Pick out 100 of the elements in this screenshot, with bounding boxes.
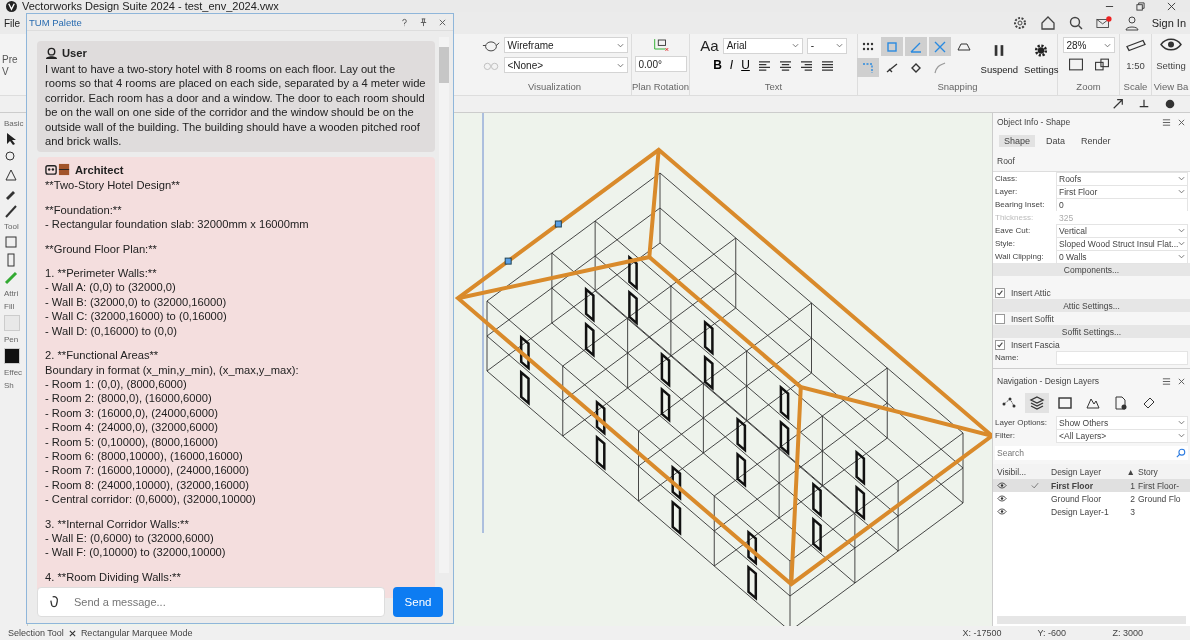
snap-toggle[interactable] — [904, 37, 927, 56]
align-icon[interactable] — [757, 59, 771, 71]
caret-icon[interactable] — [616, 62, 624, 68]
column-header[interactable]: Design Layer — [1051, 466, 1121, 477]
font-size-dropdown[interactable]: - — [806, 37, 847, 54]
caret-icon[interactable] — [791, 43, 799, 48]
arrow-pointer-icon[interactable] — [4, 132, 18, 146]
plan-rotation-field[interactable]: 0.00° — [634, 56, 687, 72]
triangle-icon[interactable] — [4, 168, 18, 182]
property-dropdown[interactable]: Roofs — [1056, 171, 1188, 186]
settings-label[interactable]: Settings — [1024, 64, 1059, 75]
ruler-icon[interactable] — [1124, 37, 1147, 52]
eye-icon[interactable] — [997, 508, 1007, 515]
name-field[interactable] — [1056, 350, 1188, 365]
eye-icon[interactable] — [997, 482, 1007, 489]
menu-item[interactable]: File — [4, 17, 21, 29]
attachment-icon[interactable] — [49, 595, 60, 608]
light-dropdown[interactable]: <None> — [503, 57, 628, 73]
object-info-tab[interactable]: Shape — [999, 135, 1036, 147]
snap-toggle[interactable] — [880, 37, 903, 56]
close-icon[interactable] — [1177, 117, 1186, 127]
search-field[interactable]: Search — [995, 446, 1188, 460]
message-field[interactable]: Send a message... — [37, 587, 385, 617]
checkbox-label[interactable]: Insert Fascia — [1011, 339, 1060, 350]
render-mode-dropdown[interactable]: Wireframe — [503, 37, 628, 53]
caret-icon[interactable] — [616, 42, 624, 48]
zoom-fit-icon[interactable] — [1066, 57, 1085, 72]
column-icon[interactable] — [4, 253, 18, 267]
pen-swatch[interactable] — [4, 348, 20, 364]
zoom-dropdown[interactable]: 28% — [1062, 37, 1115, 53]
caret-icon[interactable] — [1178, 189, 1185, 194]
scrollbar[interactable] — [997, 616, 1186, 624]
font-dropdown[interactable]: Arial — [722, 37, 803, 54]
checkbox[interactable] — [995, 339, 1005, 350]
checkbox[interactable] — [995, 313, 1005, 324]
column-header[interactable]: Story — [1138, 466, 1190, 477]
caret-icon[interactable] — [835, 43, 843, 48]
checkbox-label[interactable]: Insert Soffit — [1011, 313, 1054, 324]
snap-toggle[interactable] — [928, 37, 951, 56]
pencil-icon[interactable] — [4, 271, 18, 285]
caret-icon[interactable] — [1103, 42, 1111, 48]
viewbar-tool-icon[interactable] — [1112, 98, 1124, 110]
tool-icon[interactable] — [4, 150, 18, 164]
mail-icon[interactable] — [1095, 15, 1112, 31]
selection-handle[interactable] — [504, 257, 512, 265]
object-info-tab[interactable]: Render — [1076, 135, 1116, 147]
menu-icon[interactable] — [1162, 117, 1171, 127]
search-icon[interactable] — [1067, 15, 1084, 31]
layer-row[interactable]: Design Layer-1 3 — [993, 505, 1190, 518]
eye-icon[interactable] — [997, 495, 1007, 502]
caret-icon[interactable] — [1178, 433, 1185, 438]
text-format-button[interactable]: U — [741, 58, 750, 72]
navigation-tab[interactable] — [1025, 393, 1049, 413]
plan-rotation-icon[interactable] — [651, 37, 670, 52]
close-icon[interactable] — [1167, 1, 1176, 11]
column-header[interactable]: Visibil... — [993, 466, 1031, 477]
fill-swatch[interactable] — [4, 315, 20, 331]
text-format-button[interactable]: I — [729, 58, 734, 72]
send-button[interactable]: Send — [393, 587, 443, 617]
object-info-tab[interactable]: Data — [1041, 135, 1071, 147]
viewbar-tool-icon[interactable] — [1138, 98, 1150, 110]
settings-button[interactable]: Soffit Settings... — [993, 325, 1190, 338]
sort-indicator[interactable]: ▲ — [1121, 466, 1138, 477]
scrollbar[interactable] — [439, 37, 449, 573]
sign-in-link[interactable]: Sign In — [1151, 17, 1186, 29]
help-icon[interactable] — [400, 17, 409, 27]
close-icon[interactable] — [1177, 376, 1186, 386]
align-icon[interactable] — [778, 59, 792, 71]
caret-icon[interactable] — [1178, 228, 1185, 233]
align-icon[interactable] — [799, 59, 813, 71]
close-icon[interactable] — [68, 629, 76, 637]
caret-icon[interactable] — [1178, 254, 1185, 259]
text-format-button[interactable]: B — [713, 58, 722, 72]
brush-icon[interactable] — [4, 204, 18, 218]
close-icon[interactable] — [438, 17, 447, 27]
checkbox-label[interactable]: Insert Attic — [1011, 287, 1051, 298]
menu-icon[interactable] — [1162, 376, 1171, 386]
font-case-button[interactable]: Aa — [700, 37, 719, 54]
components-button[interactable]: Components... — [993, 263, 1190, 276]
viewbar-tool-icon[interactable] — [1164, 98, 1176, 110]
settings-button[interactable]: Attic Settings... — [993, 299, 1190, 312]
caret-icon[interactable] — [1178, 420, 1185, 425]
settings-icon[interactable] — [1011, 15, 1028, 31]
search-icon[interactable] — [1176, 448, 1186, 458]
layer-options-dropdown[interactable]: Show Others — [1056, 415, 1188, 430]
eye-icon[interactable] — [1160, 37, 1182, 52]
caret-icon[interactable] — [1178, 176, 1185, 181]
user-icon[interactable] — [1123, 15, 1140, 31]
snap-toggle[interactable] — [856, 58, 879, 77]
pin-icon[interactable] — [419, 17, 428, 27]
zoom-window-icon[interactable] — [1092, 57, 1111, 72]
restore-icon[interactable] — [1136, 1, 1145, 11]
align-icon[interactable] — [820, 59, 834, 71]
selection-handle[interactable] — [554, 220, 562, 228]
home-icon[interactable] — [1039, 15, 1056, 31]
checkbox[interactable] — [995, 287, 1005, 298]
panel-icon[interactable] — [4, 235, 18, 249]
layer-row[interactable]: First Floor 1 First Floor- — [993, 479, 1190, 492]
scale-value[interactable]: 1:50 — [1126, 60, 1145, 71]
view-settings-label[interactable]: Setting — [1156, 60, 1186, 71]
